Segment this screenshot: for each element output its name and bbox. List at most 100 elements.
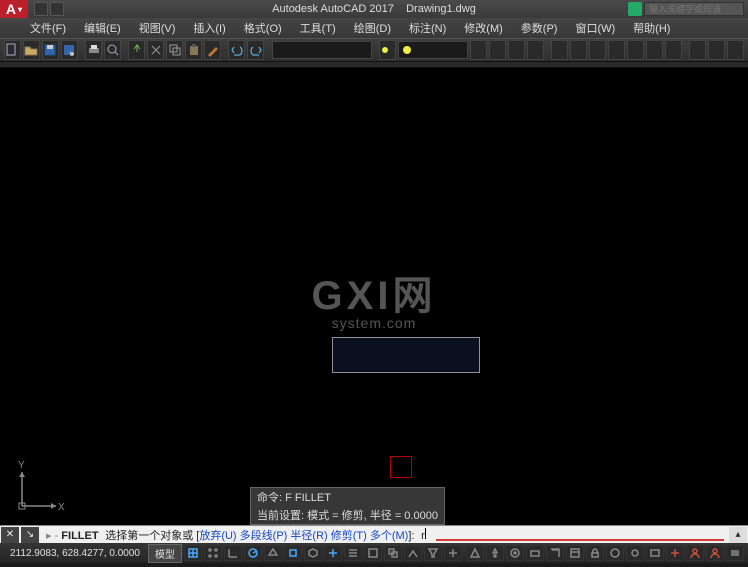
- tool-icon[interactable]: [689, 40, 706, 60]
- menu-dimension[interactable]: 标注(N): [409, 20, 446, 36]
- polar-toggle[interactable]: [244, 545, 262, 561]
- annotation-visibility[interactable]: [486, 545, 504, 561]
- tool-icon[interactable]: [551, 40, 568, 60]
- cmd-menu-icon[interactable]: ▴: [729, 527, 747, 543]
- search-help-input[interactable]: [644, 2, 744, 16]
- cmd-option-t[interactable]: 修剪(T): [331, 530, 367, 542]
- qat-icon[interactable]: [50, 2, 64, 16]
- menu-help[interactable]: 帮助(H): [633, 20, 670, 36]
- ortho-toggle[interactable]: [224, 545, 242, 561]
- ucs-icon: X Y: [14, 464, 64, 517]
- tool-icon[interactable]: [608, 40, 625, 60]
- menu-modify[interactable]: 修改(M): [464, 20, 503, 36]
- tool-icon[interactable]: [627, 40, 644, 60]
- isodraft-toggle[interactable]: [264, 545, 282, 561]
- cmd-option-u[interactable]: 放弃(U): [199, 530, 236, 542]
- gizmo-toggle[interactable]: [444, 545, 462, 561]
- menu-draw[interactable]: 绘图(D): [354, 20, 391, 36]
- workspace-switch[interactable]: [506, 545, 524, 561]
- copy-icon[interactable]: [166, 40, 183, 60]
- quick-access-toolbar: [34, 2, 64, 16]
- title-bar: A Autodesk AutoCAD 2017 Drawing1.dwg: [0, 0, 748, 18]
- status-menu-icon[interactable]: [726, 545, 744, 561]
- transparency-toggle[interactable]: [364, 545, 382, 561]
- layer-combo[interactable]: [398, 41, 468, 59]
- publish-icon[interactable]: [128, 40, 145, 60]
- standard-toolbar: [0, 38, 748, 62]
- model-tab[interactable]: 模型: [148, 544, 182, 563]
- menu-view[interactable]: 视图(V): [139, 20, 176, 36]
- snap-toggle[interactable]: [204, 545, 222, 561]
- cmd-option-r[interactable]: 半径(R): [290, 530, 327, 542]
- cursor-pickbox: [390, 456, 412, 478]
- open-icon[interactable]: [23, 40, 40, 60]
- 3dosnap-toggle[interactable]: [304, 545, 322, 561]
- saveas-icon[interactable]: [61, 40, 78, 60]
- isolate-objects[interactable]: [626, 545, 644, 561]
- menu-file[interactable]: 文件(F): [30, 20, 66, 36]
- menu-insert[interactable]: 插入(I): [193, 20, 225, 36]
- status-person2-icon[interactable]: [706, 545, 724, 561]
- command-underline: [436, 539, 724, 541]
- paste-icon[interactable]: [185, 40, 202, 60]
- selection-filter-toggle[interactable]: [424, 545, 442, 561]
- new-icon[interactable]: [4, 40, 21, 60]
- status-person-icon[interactable]: [686, 545, 704, 561]
- undo-icon[interactable]: [228, 40, 245, 60]
- cmd-close-icon[interactable]: ✕: [1, 527, 19, 543]
- plot-icon[interactable]: [85, 40, 102, 60]
- save-icon[interactable]: [42, 40, 59, 60]
- menu-tools[interactable]: 工具(T): [300, 20, 336, 36]
- command-line-bar: ✕ ↘ ▸ - FILLET 选择第一个对象或 [放弃(U) 多段线(P) 半径…: [0, 525, 748, 543]
- cmd-recent-icon[interactable]: ↘: [21, 527, 39, 543]
- drawing-canvas[interactable]: GXI网 system.com X Y 命令: F FILLET 当前设置: 模…: [0, 68, 748, 525]
- quick-props-toggle[interactable]: [566, 545, 584, 561]
- lineweight-toggle[interactable]: [344, 545, 362, 561]
- hardware-accel-toggle[interactable]: [606, 545, 624, 561]
- annotation-monitor[interactable]: [526, 545, 544, 561]
- cut-icon[interactable]: [147, 40, 164, 60]
- units-toggle[interactable]: [546, 545, 564, 561]
- selection-cycling-toggle[interactable]: [384, 545, 402, 561]
- tool-icon[interactable]: [665, 40, 682, 60]
- cmd-option-m[interactable]: 多个(M): [370, 530, 409, 542]
- command-history: 命令: F FILLET 当前设置: 模式 = 修剪, 半径 = 0.0000: [250, 487, 445, 525]
- match-icon[interactable]: [204, 40, 221, 60]
- app-logo[interactable]: A: [0, 0, 28, 18]
- customize-icon[interactable]: [666, 545, 684, 561]
- otrack-toggle[interactable]: [324, 545, 342, 561]
- tool-icon[interactable]: [727, 40, 744, 60]
- tool-icon[interactable]: [646, 40, 663, 60]
- watermark: GXI网 system.com: [312, 263, 437, 331]
- workspace-combo[interactable]: [272, 41, 372, 59]
- cmd-option-p[interactable]: 多段线(P): [240, 530, 288, 542]
- status-bar: 2112.9083, 628.4277, 0.0000 模型: [0, 543, 748, 563]
- redo-icon[interactable]: [247, 40, 264, 60]
- menu-bar: 文件(F) 编辑(E) 视图(V) 插入(I) 格式(O) 工具(T) 绘图(D…: [0, 18, 748, 38]
- zoom-window-icon[interactable]: [489, 40, 506, 60]
- qat-icon[interactable]: [34, 2, 48, 16]
- selection-rectangle: [332, 337, 480, 373]
- infocenter-icon[interactable]: [628, 2, 642, 16]
- command-prompt: ▸ - FILLET 选择第一个对象或 [放弃(U) 多段线(P) 半径(R) …: [40, 527, 432, 543]
- menu-parametric[interactable]: 参数(P): [521, 20, 558, 36]
- menu-format[interactable]: 格式(O): [244, 20, 282, 36]
- pan-icon[interactable]: [527, 40, 544, 60]
- menu-window[interactable]: 窗口(W): [575, 20, 615, 36]
- svg-text:X: X: [58, 502, 65, 513]
- preview-icon[interactable]: [104, 40, 121, 60]
- menu-edit[interactable]: 编辑(E): [84, 20, 121, 36]
- zoom-extents-icon[interactable]: [470, 40, 487, 60]
- coordinates: 2112.9083, 628.4277, 0.0000: [4, 548, 146, 559]
- annotation-scale[interactable]: [466, 545, 484, 561]
- layer-icon[interactable]: [379, 40, 396, 60]
- zoom-prev-icon[interactable]: [508, 40, 525, 60]
- tool-icon[interactable]: [708, 40, 725, 60]
- grid-toggle[interactable]: [184, 545, 202, 561]
- osnap-toggle[interactable]: [284, 545, 302, 561]
- clean-screen-toggle[interactable]: [646, 545, 664, 561]
- dynamic-ucs-toggle[interactable]: [404, 545, 422, 561]
- lock-ui-toggle[interactable]: [586, 545, 604, 561]
- tool-icon[interactable]: [589, 40, 606, 60]
- tool-icon[interactable]: [570, 40, 587, 60]
